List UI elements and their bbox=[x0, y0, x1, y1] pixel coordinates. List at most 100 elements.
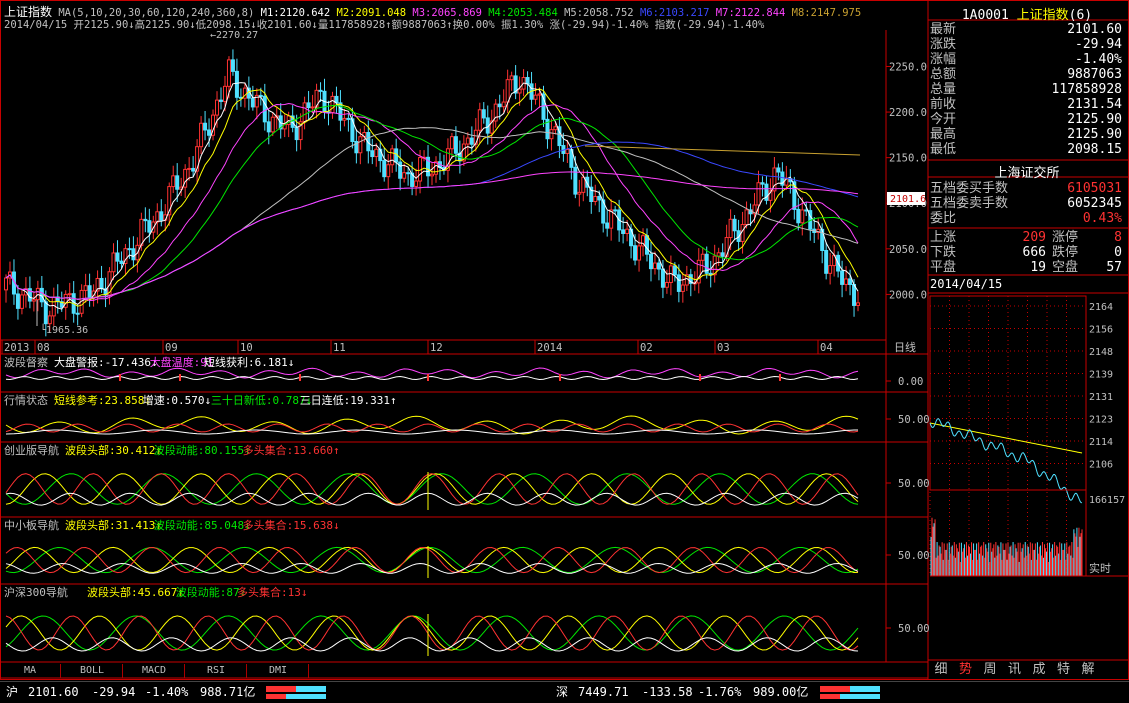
quote-value: 2125.90 bbox=[1067, 112, 1122, 127]
tab-macd[interactable]: MACD bbox=[124, 664, 185, 678]
candle-body bbox=[728, 218, 733, 239]
pane-legend: 多头集合:15.638↓ bbox=[243, 518, 340, 532]
candle-body bbox=[449, 136, 454, 150]
candle-body bbox=[342, 117, 347, 121]
flat-count: 19 bbox=[1030, 260, 1046, 275]
candle-body bbox=[386, 164, 391, 178]
pane-ytick-label: 50.00 bbox=[898, 550, 930, 562]
sh-pct: -1.40% bbox=[145, 685, 189, 699]
intraday-ytick: 2114 bbox=[1089, 437, 1113, 448]
candle-body bbox=[191, 167, 196, 172]
side-tab-0[interactable]: 细 bbox=[930, 661, 952, 679]
candle-body bbox=[358, 136, 363, 154]
xtick-label: 2014 bbox=[537, 342, 562, 354]
xtick-label: 10 bbox=[240, 342, 253, 354]
xtick-label: 11 bbox=[333, 342, 346, 354]
intraday-ytick: 2106 bbox=[1089, 460, 1113, 471]
tab-boll[interactable]: BOLL bbox=[62, 664, 123, 678]
candle-body bbox=[621, 229, 626, 234]
candle-body bbox=[302, 102, 307, 123]
candle-body bbox=[605, 222, 610, 229]
quote-label: 前收 bbox=[930, 97, 957, 112]
pane-legend: 三十日新低:0.787↓ bbox=[211, 393, 312, 407]
side-tab-3[interactable]: 讯 bbox=[1004, 661, 1026, 679]
candle-body bbox=[577, 191, 582, 195]
candle-body bbox=[47, 315, 52, 325]
candle-body bbox=[215, 99, 220, 116]
sz-up-bar2 bbox=[820, 694, 840, 699]
intraday-avg-line bbox=[929, 422, 1083, 454]
candle-body bbox=[645, 235, 650, 255]
pane-legend: 短线参考:23.858↓ bbox=[54, 393, 151, 407]
candle-body bbox=[844, 278, 849, 285]
quote-row: 最新 2101.60 bbox=[930, 22, 1126, 37]
side-tab-4[interactable]: 成 bbox=[1028, 661, 1050, 679]
pane-legend: 波段动能:87↓ bbox=[176, 585, 247, 599]
sz-down-bar2 bbox=[840, 694, 880, 699]
quote-value: 2101.60 bbox=[1067, 22, 1122, 37]
candle-body bbox=[505, 79, 510, 103]
candle-body bbox=[402, 172, 407, 179]
candle-body bbox=[306, 102, 311, 109]
sh-change: -29.94 bbox=[92, 685, 136, 699]
pane-title: 行情状态 bbox=[4, 393, 48, 407]
quote-value: 2131.54 bbox=[1067, 97, 1122, 112]
side-tab-5[interactable]: 特 bbox=[1053, 661, 1075, 679]
tab-rsi[interactable]: RSI bbox=[186, 664, 247, 678]
hs300-line-1 bbox=[5, 615, 859, 651]
candle-body bbox=[676, 274, 681, 292]
quote-row: 涨幅 -1.40% bbox=[930, 52, 1126, 67]
candle-body bbox=[266, 121, 271, 133]
intraday-ytick: 2156 bbox=[1089, 325, 1113, 336]
candle-body bbox=[756, 182, 761, 206]
candle-body bbox=[593, 196, 598, 202]
candle-body bbox=[565, 149, 570, 154]
candle-body bbox=[230, 59, 235, 72]
candle-body bbox=[465, 137, 470, 145]
candle-body bbox=[75, 312, 80, 315]
ma-value-8: M8:2147.975 bbox=[785, 7, 862, 19]
candle-body bbox=[776, 167, 781, 173]
candle-body bbox=[549, 129, 554, 140]
candle-body bbox=[171, 175, 176, 188]
pane-legend: 增速:0.570↓ bbox=[143, 393, 211, 407]
candle-body bbox=[155, 211, 160, 223]
order-row: 委比 0.43% bbox=[930, 211, 1126, 226]
candle-body bbox=[469, 137, 474, 145]
flat-label: 平盘 bbox=[930, 260, 957, 275]
state-line-red bbox=[5, 423, 859, 433]
candle-body bbox=[131, 248, 136, 261]
intraday-ytick: 2164 bbox=[1089, 302, 1113, 313]
candle-body bbox=[840, 270, 845, 285]
ohlc-info-line: 2014/04/15 开2125.90↓高2125.90↓低2098.15↓收2… bbox=[4, 19, 765, 31]
side-tab-2[interactable]: 周 bbox=[979, 661, 1001, 679]
tab-dmi[interactable]: DMI bbox=[248, 664, 309, 678]
candle-body bbox=[406, 172, 411, 175]
limit-up-count: 8 bbox=[1114, 230, 1122, 245]
tab-ma[interactable]: MA bbox=[0, 664, 61, 678]
order-value: 6105031 bbox=[1067, 181, 1122, 196]
intraday-ytick: 2148 bbox=[1089, 347, 1113, 358]
candle-body bbox=[139, 218, 144, 246]
candle-body bbox=[625, 228, 630, 234]
candle-body bbox=[147, 220, 152, 233]
order-value: 6052345 bbox=[1067, 196, 1122, 211]
candle-body bbox=[852, 283, 857, 306]
ytick-label: 2250.0 bbox=[889, 61, 927, 73]
pane-legend: 多头集合:13.660↑ bbox=[243, 443, 340, 457]
candle-body bbox=[234, 70, 239, 98]
order-row: 五档委卖手数 6052345 bbox=[930, 196, 1126, 211]
side-tab-1[interactable]: 势 bbox=[955, 661, 977, 679]
candle-body bbox=[250, 97, 255, 108]
gem-line-2 bbox=[5, 473, 859, 505]
gem-line-0 bbox=[5, 473, 859, 505]
side-tab-6[interactable]: 解 bbox=[1077, 661, 1099, 679]
up-label: 上涨 bbox=[930, 230, 957, 245]
ma-line-1 bbox=[5, 82, 859, 310]
sz-price: 7449.71 bbox=[578, 685, 629, 699]
candle-body bbox=[15, 293, 20, 309]
sh-amount: 988.71亿 bbox=[200, 685, 256, 699]
quote-row: 最低 2098.15 bbox=[930, 142, 1126, 157]
candle-body bbox=[597, 196, 602, 201]
quote-value: 2098.15 bbox=[1067, 142, 1122, 157]
